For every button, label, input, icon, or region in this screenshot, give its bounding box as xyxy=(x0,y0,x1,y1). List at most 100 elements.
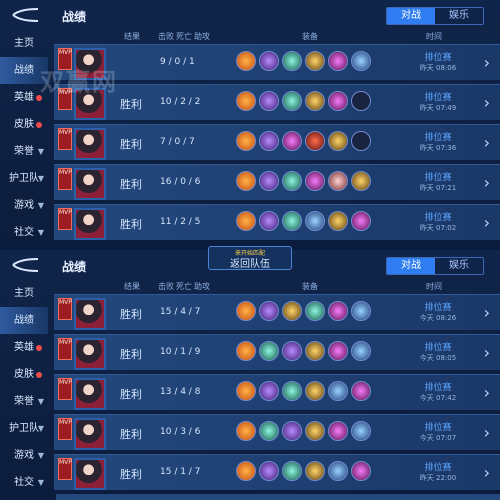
kda-text: 15 / 4 / 7 xyxy=(160,307,201,317)
chevron-right-icon[interactable]: › xyxy=(484,133,490,152)
match-mode: 排位赛 xyxy=(424,463,452,473)
kda-text: 10 / 2 / 2 xyxy=(160,97,201,107)
sidebar-item-skin[interactable]: 皮肤 xyxy=(0,111,48,138)
item-icon xyxy=(328,461,348,481)
match-time: 昨天 07:49 xyxy=(419,104,457,112)
hero-avatar xyxy=(74,418,106,450)
item-icon xyxy=(282,461,302,481)
sidebar-item-label: 护卫队 xyxy=(9,423,39,434)
item-list xyxy=(236,341,371,361)
column-kills: 击败 xyxy=(158,282,174,291)
item-list xyxy=(236,131,371,151)
mvp-badge: MVP xyxy=(58,168,72,190)
chevron-right-icon[interactable]: › xyxy=(484,463,490,482)
item-icon xyxy=(305,421,325,441)
sidebar-item-record[interactable]: 战绩 xyxy=(0,307,48,334)
sidebar-item-honor[interactable]: 荣誉 ▼ xyxy=(0,138,48,165)
item-icon xyxy=(236,421,256,441)
hero-avatar xyxy=(74,458,106,490)
notification-dot xyxy=(36,122,42,128)
mvp-badge: MVP xyxy=(58,418,72,440)
kda-text: 7 / 0 / 7 xyxy=(160,137,195,147)
kda-text: 15 / 1 / 7 xyxy=(160,467,201,477)
sidebar-item-social[interactable]: 社交 ▼ xyxy=(0,219,48,246)
item-icon xyxy=(259,421,279,441)
table-header: 结果 击败 死亡 助攻 装备 时间 xyxy=(54,30,500,44)
item-icon xyxy=(259,131,279,151)
item-icon xyxy=(259,341,279,361)
record-list: 结果 击败 死亡 助攻 装备 时间 MVP 9 / 0 / 1 排位赛 昨天 0… xyxy=(54,30,500,244)
mode-tabs: 对战 娱乐 xyxy=(386,257,484,275)
sidebar-item-label: 社交 xyxy=(14,227,34,238)
sidebar-item-game[interactable]: 游戏 ▼ xyxy=(0,442,48,469)
screen: 战绩 对战 娱乐 主页 战绩 英雄 皮肤 荣誉 ▼ 护卫队 ▼ 游戏 ▼ 社交 ▼ 结果… xyxy=(0,0,500,500)
back-icon[interactable] xyxy=(10,7,44,23)
table-row[interactable]: MVP 胜利 13 / 4 / 8 排位赛 今天 07:42 › xyxy=(54,374,500,410)
item-icon xyxy=(236,381,256,401)
column-time: 时间 xyxy=(426,32,442,41)
table-row[interactable]: MVP 胜利 10 / 3 / 6 排位赛 今天 07:07 › xyxy=(54,414,500,450)
table-header: 结果 击败 死亡 助攻 装备 时间 xyxy=(54,280,500,294)
column-deaths: 死亡 xyxy=(176,32,192,41)
hero-avatar xyxy=(74,208,106,240)
match-time: 今天 07:42 xyxy=(419,394,457,402)
record-panel-1: 战绩 对战 娱乐 主页 战绩 英雄 皮肤 荣誉 ▼ 护卫队 ▼ 游戏 ▼ 社交 ▼ 结果… xyxy=(0,0,500,250)
item-icon xyxy=(351,381,371,401)
table-row[interactable]: MVP 胜利 10 / 1 / 9 排位赛 今天 08:05 › xyxy=(54,334,500,370)
table-row[interactable]: MVP 胜利 16 / 0 / 6 排位赛 昨天 07:21 › xyxy=(54,164,500,200)
column-items: 装备 xyxy=(302,282,318,291)
chevron-right-icon[interactable]: › xyxy=(484,93,490,112)
sidebar-item-social[interactable]: 社交 ▼ xyxy=(0,469,48,496)
sidebar-item-home[interactable]: 主页 xyxy=(0,30,48,57)
tab-battle[interactable]: 对战 xyxy=(387,258,435,274)
back-icon[interactable] xyxy=(10,257,44,273)
column-assists: 助攻 xyxy=(194,282,210,291)
item-icon xyxy=(259,171,279,191)
hero-avatar xyxy=(74,128,106,160)
sidebar-item-honor[interactable]: 荣誉 ▼ xyxy=(0,388,48,415)
item-icon xyxy=(305,341,325,361)
chevron-right-icon[interactable]: › xyxy=(484,423,490,442)
table-row[interactable]: MVP 胜利 11 / 2 / 5 排位赛 昨天 07:02 › xyxy=(54,204,500,240)
column-items: 装备 xyxy=(302,32,318,41)
chevron-right-icon[interactable]: › xyxy=(484,213,490,232)
chevron-right-icon[interactable]: › xyxy=(484,53,490,72)
mvp-badge: MVP xyxy=(58,338,72,360)
chevron-down-icon: ▼ xyxy=(37,424,44,433)
chevron-right-icon[interactable]: › xyxy=(484,173,490,192)
tab-battle[interactable]: 对战 xyxy=(387,8,435,24)
sidebar-item-hero[interactable]: 英雄 xyxy=(0,334,48,361)
tab-entertainment[interactable]: 娱乐 xyxy=(435,258,483,274)
chevron-right-icon[interactable]: › xyxy=(484,383,490,402)
table-row[interactable]: MVP 胜利 7 / 0 / 7 排位赛 昨天 07:36 › xyxy=(54,124,500,160)
sidebar-item-guard-team[interactable]: 护卫队 ▼ xyxy=(0,415,48,442)
chevron-right-icon[interactable]: › xyxy=(484,343,490,362)
item-icon xyxy=(351,211,371,231)
notification-dot xyxy=(36,345,42,351)
chevron-down-icon: ▼ xyxy=(37,147,44,156)
sidebar-item-guard-team[interactable]: 护卫队 ▼ xyxy=(0,165,48,192)
partial-row xyxy=(56,494,500,500)
item-icon xyxy=(305,381,325,401)
table-row[interactable]: MVP 9 / 0 / 1 排位赛 昨天 08:06 › xyxy=(54,44,500,80)
table-row[interactable]: MVP 胜利 15 / 4 / 7 排位赛 今天 08:26 › xyxy=(54,294,500,330)
sidebar-item-game[interactable]: 游戏 ▼ xyxy=(0,192,48,219)
sidebar-item-home[interactable]: 主页 xyxy=(0,280,48,307)
kda-text: 13 / 4 / 8 xyxy=(160,387,201,397)
match-mode: 排位赛 xyxy=(424,133,452,143)
table-row[interactable]: MVP 胜利 10 / 2 / 2 排位赛 昨天 07:49 › xyxy=(54,84,500,120)
chevron-right-icon[interactable]: › xyxy=(484,303,490,322)
return-button-label: 返回队伍 xyxy=(230,259,270,270)
item-icon xyxy=(351,421,371,441)
return-to-team-button[interactable]: 来开始匹配 返回队伍 xyxy=(208,246,292,270)
sidebar-item-skin[interactable]: 皮肤 xyxy=(0,361,48,388)
hero-avatar xyxy=(74,168,106,200)
tab-entertainment[interactable]: 娱乐 xyxy=(435,8,483,24)
item-icon xyxy=(236,171,256,191)
item-icon xyxy=(328,91,348,111)
item-icon xyxy=(351,341,371,361)
item-icon xyxy=(328,51,348,71)
item-icon xyxy=(282,51,302,71)
column-result: 结果 xyxy=(124,282,140,291)
table-row[interactable]: MVP 胜利 15 / 1 / 7 排位赛 昨天 22:00 › xyxy=(54,454,500,490)
